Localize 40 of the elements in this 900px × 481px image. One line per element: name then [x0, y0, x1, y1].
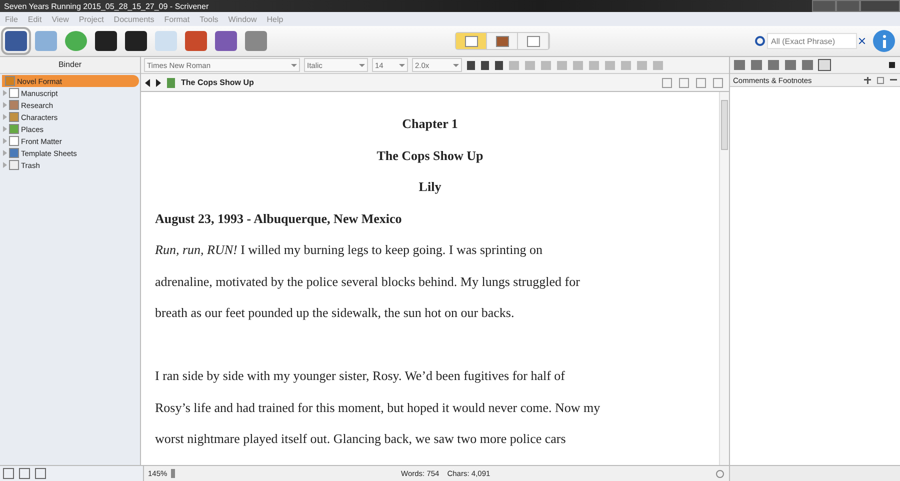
- text-line: adrenaline, motivated by the police several blocks behind. My lungs struggled for: [155, 272, 581, 291]
- text-line: Run, run, RUN! I willed my burning legs to keep going. I was sprinting on: [155, 241, 544, 259]
- outliner-view-button[interactable]: [518, 33, 549, 49]
- corkboard-view-button[interactable]: [487, 33, 518, 49]
- document-title: The Cops Show Up: [181, 78, 254, 87]
- text-line: I ran side by side with my younger sister, Rosy. We’d been fugitives for half of: [155, 367, 566, 385]
- caret-icon: [291, 64, 297, 66]
- text-line: breath as our feet pounded up the sidewalk, the sun hot on our backs.: [155, 304, 516, 322]
- clear-icon[interactable]: [859, 38, 865, 44]
- menu-item[interactable]: Documents: [114, 14, 154, 24]
- scrivenings-view-button[interactable]: [456, 33, 487, 49]
- chapter-heading: Chapter 1: [401, 115, 459, 133]
- window-title: Seven Years Running 2015_05_28_15_27_09 - Scrivener: [4, 2, 209, 10]
- close-button[interactable]: [860, 0, 900, 12]
- forward-icon[interactable]: [156, 78, 161, 86]
- menu-item[interactable]: View: [52, 14, 69, 24]
- restore-button[interactable]: [836, 0, 860, 12]
- minimize-button[interactable]: [812, 0, 836, 12]
- add-comment-icon[interactable]: [864, 76, 871, 84]
- menu-item[interactable]: Project: [78, 14, 104, 24]
- caret-icon: [453, 64, 459, 66]
- menu-item[interactable]: Tools: [200, 14, 218, 24]
- scroll-thumb[interactable]: [721, 100, 728, 150]
- text-line: worst nightmare played itself out. Glancing back, we saw two more police cars: [155, 430, 567, 448]
- caret-icon: [399, 64, 405, 66]
- menu-item[interactable]: Help: [266, 14, 284, 24]
- scrollbar[interactable]: [719, 92, 729, 465]
- info-icon[interactable]: [873, 30, 895, 52]
- chapter-heading: Lily: [418, 178, 442, 196]
- back-icon[interactable]: [145, 78, 150, 86]
- text-line: Rosy’s life and had trained for this moment, but hoped it would never come. Now my: [155, 398, 602, 417]
- chapter-heading: The Cops Show Up: [376, 146, 484, 165]
- menu-item[interactable]: File: [5, 14, 18, 24]
- menu-item[interactable]: Format: [164, 14, 190, 24]
- caret-icon: [359, 64, 365, 66]
- menu-item[interactable]: Window: [228, 14, 257, 24]
- search-field[interactable]: All (Exact Phrase): [767, 33, 857, 49]
- binder-header: Binder: [0, 57, 140, 74]
- dateline: August 23, 1993 - Albuquerque, New Mexico: [155, 210, 403, 228]
- menu-item[interactable]: Edit: [28, 14, 42, 24]
